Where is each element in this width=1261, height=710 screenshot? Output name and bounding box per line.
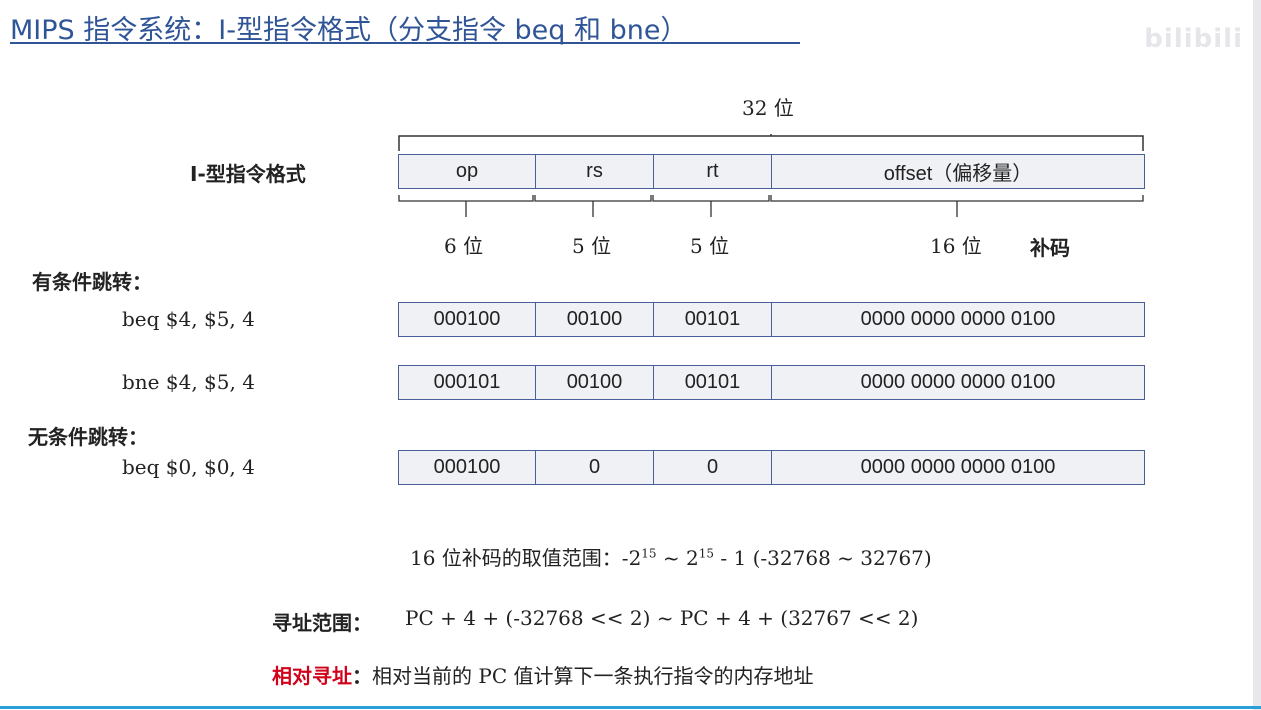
beq-label: beq $4, $5, 4 (122, 307, 255, 331)
bottom-braces (398, 195, 1144, 217)
bne-label: bne $4, $5, 4 (122, 370, 255, 394)
bne-row: 000101 00100 00101 0000 0000 0000 0100 (398, 365, 1145, 400)
field-rt: rt (654, 155, 772, 188)
width-offset: 16 位 (930, 234, 982, 258)
width-rs: 5 位 (572, 234, 612, 258)
beq-op: 000100 (399, 303, 536, 336)
field-rs: rs (536, 155, 654, 188)
unconditional-heading: 无条件跳转： (28, 425, 148, 449)
relative-line: 相对寻址：相对当前的 PC 值计算下一条执行指令的内存地址 (272, 660, 813, 689)
beq-rt: 00101 (654, 303, 772, 336)
range-exp1: 15 (641, 546, 657, 561)
beq-zero-op: 000100 (399, 451, 536, 484)
relative-value: 相对当前的 PC 值计算下一条执行指令的内存地址 (372, 664, 814, 688)
beq-offset: 0000 0000 0000 0100 (860, 308, 1056, 330)
width-rt: 5 位 (690, 234, 730, 258)
relative-label: 相对寻址 (272, 664, 352, 688)
range-mid: ~ 2 (656, 546, 699, 570)
field-op: op (399, 155, 536, 188)
beq-row: 000100 00100 00101 0000 0000 0000 0100 (398, 302, 1145, 337)
conditional-heading: 有条件跳转： (32, 270, 152, 294)
range-exp2: 15 (698, 546, 715, 561)
bottom-accent-line (0, 706, 1261, 709)
beq-zero-rt: 0 (654, 451, 772, 484)
beq-zero-rs: 0 (536, 451, 654, 484)
beq-zero-offset: 0000 0000 0000 0100 (860, 456, 1056, 478)
complement-note: 补码 (1030, 236, 1070, 260)
beq-zero-label: beq $0, $0, 4 (122, 455, 255, 479)
title-underline (10, 42, 800, 44)
format-row: op rs rt offset（偏移量） (398, 154, 1145, 189)
bne-op: 000101 (399, 366, 536, 399)
width-op: 6 位 (444, 234, 484, 258)
format-row-label: I-型指令格式 (190, 162, 306, 186)
beq-rs: 00100 (536, 303, 654, 336)
bne-offset: 0000 0000 0000 0100 (860, 371, 1056, 393)
relative-sep: ： (352, 664, 372, 688)
beq-zero-row: 000100 0 0 0000 0000 0000 0100 (398, 450, 1145, 485)
range-prefix: 16 位补码的取值范围：-2 (410, 546, 642, 570)
addressing-label: 寻址范围： (272, 611, 372, 635)
total-width-label: 32 位 (742, 96, 794, 120)
bne-rt: 00101 (654, 366, 772, 399)
bilibili-watermark: bilibili (1144, 24, 1243, 54)
right-edge-bar (1253, 0, 1261, 710)
addressing-value: PC + 4 + (-32768 << 2) ~ PC + 4 + (32767… (405, 606, 919, 630)
bne-rs: 00100 (536, 366, 654, 399)
range-text: 16 位补码的取值范围：-215 ~ 215 - 1 (-32768 ~ 327… (410, 542, 932, 571)
range-suffix: - 1 (-32768 ~ 32767) (714, 546, 932, 570)
field-offset: offset（偏移量） (883, 163, 1033, 185)
top-brace (398, 134, 1144, 151)
